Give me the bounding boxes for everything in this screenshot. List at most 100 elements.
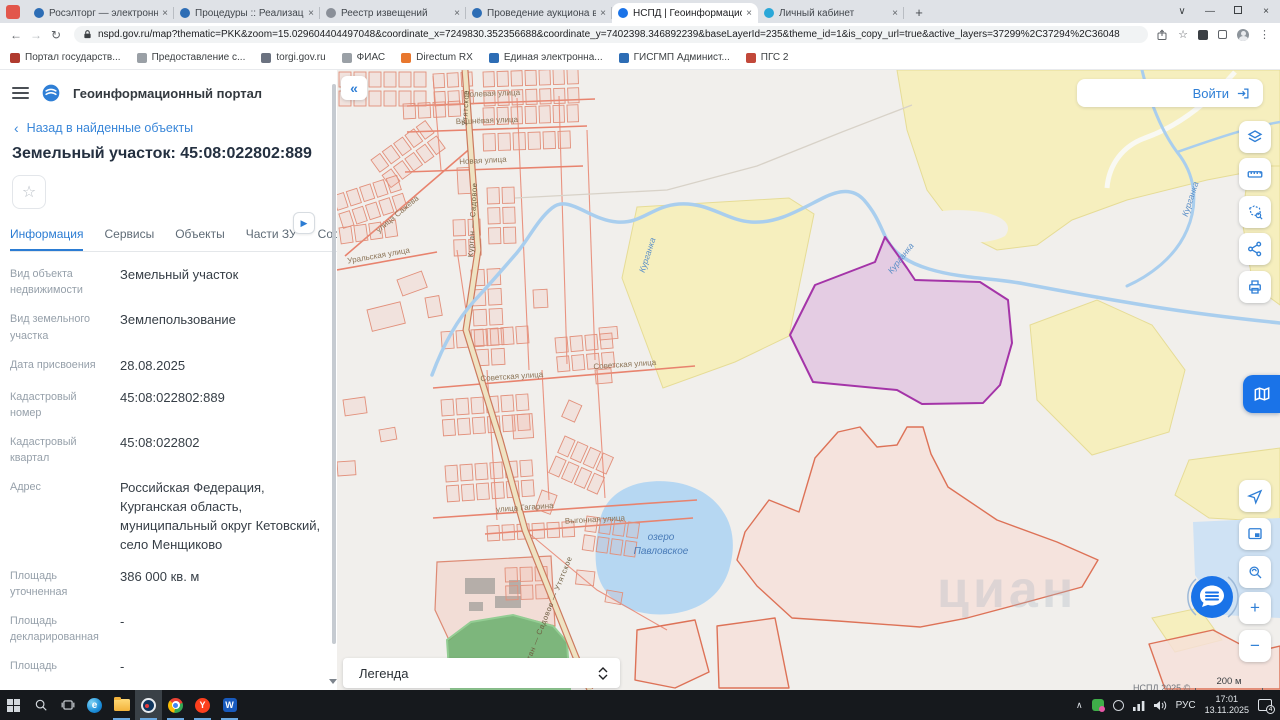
parcel[interactable] xyxy=(542,131,557,150)
tabs-overflow-button[interactable]: ▶ xyxy=(293,212,315,234)
bookmark-item-4[interactable]: Directum RX xyxy=(401,52,473,63)
parcel[interactable] xyxy=(487,207,501,225)
parcel[interactable] xyxy=(515,325,530,345)
parcel[interactable] xyxy=(538,105,552,124)
parcel[interactable] xyxy=(445,484,460,503)
parcel[interactable] xyxy=(569,335,584,353)
extension-icon[interactable] xyxy=(1198,29,1208,40)
parcel[interactable] xyxy=(364,201,382,221)
parcel[interactable] xyxy=(487,287,503,306)
legend-toggle[interactable] xyxy=(598,666,608,680)
parcel[interactable] xyxy=(366,301,406,332)
parcel[interactable] xyxy=(556,355,571,373)
parcel[interactable] xyxy=(337,192,349,211)
browser-tab-5[interactable]: Личный кабинет × xyxy=(758,3,904,23)
panel-tab-1[interactable]: Сервисы xyxy=(104,221,154,251)
maximize-button[interactable] xyxy=(1224,0,1252,23)
parcel[interactable] xyxy=(487,227,502,245)
tab-close-icon[interactable]: × xyxy=(746,8,752,19)
side-panel-icon[interactable] xyxy=(1218,30,1227,39)
bookmark-star-icon[interactable]: ☆ xyxy=(1178,28,1188,41)
menu-burger-icon[interactable] xyxy=(12,87,29,99)
bookmark-item-0[interactable]: Портал государств... xyxy=(10,52,121,63)
bookmark-item-2[interactable]: torgi.gov.ru xyxy=(261,52,326,63)
parcel[interactable] xyxy=(546,521,561,539)
profile-icon[interactable] xyxy=(1237,28,1249,41)
parcel[interactable] xyxy=(455,397,470,416)
parcel[interactable] xyxy=(552,70,565,86)
parcel[interactable] xyxy=(584,333,599,351)
parcel[interactable] xyxy=(460,483,475,502)
parcel[interactable] xyxy=(527,131,542,150)
parcel[interactable] xyxy=(496,70,509,87)
browser-tab-2[interactable]: Реестр извещений × xyxy=(320,3,466,23)
bookmark-item-1[interactable]: Предоставление с... xyxy=(136,52,245,63)
parcel[interactable] xyxy=(485,327,500,347)
panel-tab-3[interactable]: Части ЗУ xyxy=(246,221,297,251)
parcel[interactable] xyxy=(502,226,517,244)
parcel[interactable] xyxy=(486,524,501,542)
parcel[interactable] xyxy=(595,536,610,554)
close-button[interactable]: × xyxy=(1252,0,1280,23)
zoom-out-button[interactable]: − xyxy=(1239,630,1271,662)
parcel[interactable] xyxy=(345,187,362,207)
parcel[interactable] xyxy=(519,459,534,478)
parcel[interactable] xyxy=(417,102,432,119)
parcel[interactable] xyxy=(359,183,376,203)
parcel[interactable] xyxy=(383,71,397,88)
tab-close-icon[interactable]: × xyxy=(162,8,168,19)
parcel[interactable] xyxy=(532,288,549,309)
parcel[interactable] xyxy=(402,102,417,120)
taskbar-yandex[interactable]: Y xyxy=(189,690,216,720)
tab-close-icon[interactable]: × xyxy=(308,8,314,19)
tray-expand-icon[interactable]: ∧ xyxy=(1076,700,1083,711)
print-button[interactable] xyxy=(1239,271,1271,303)
antivirus-tray-icon[interactable] xyxy=(1091,699,1105,712)
parcel[interactable] xyxy=(524,105,538,124)
login-button[interactable]: Войти xyxy=(1077,79,1263,107)
parcel[interactable] xyxy=(512,132,527,151)
language-indicator[interactable]: РУС xyxy=(1176,700,1196,711)
parcel[interactable] xyxy=(424,295,443,319)
reload-icon[interactable]: ↻ xyxy=(46,28,66,42)
tab-close-icon[interactable]: × xyxy=(600,8,606,19)
parcel[interactable] xyxy=(557,130,572,149)
address-bar[interactable]: nspd.gov.ru/map?thematic=PKK&zoom=15.029… xyxy=(74,26,1149,43)
parcel[interactable] xyxy=(525,88,538,105)
parcel[interactable] xyxy=(571,354,586,372)
parcel[interactable] xyxy=(553,87,566,105)
parcel[interactable] xyxy=(432,101,447,118)
volume-icon[interactable] xyxy=(1153,700,1167,711)
parcel[interactable] xyxy=(432,72,446,89)
bookmark-item-6[interactable]: ГИСГМП Админист... xyxy=(618,52,730,63)
taskbar-search-button[interactable] xyxy=(27,690,54,720)
parcel[interactable] xyxy=(490,347,506,366)
parcel[interactable] xyxy=(567,87,580,104)
parcel[interactable] xyxy=(459,463,474,482)
parcel[interactable] xyxy=(566,70,579,85)
parcel[interactable] xyxy=(488,307,504,326)
network-icon[interactable] xyxy=(1132,700,1145,711)
overview-map-button[interactable] xyxy=(1239,518,1271,550)
forward-icon[interactable]: → xyxy=(26,28,46,42)
parcel[interactable] xyxy=(519,566,533,582)
parcel[interactable] xyxy=(500,394,515,413)
share-button[interactable] xyxy=(1239,233,1271,265)
parcel[interactable] xyxy=(471,416,486,435)
favorite-star-button[interactable]: ☆ xyxy=(12,175,46,209)
tab-close-icon[interactable]: × xyxy=(454,8,460,19)
parcel[interactable] xyxy=(447,100,462,118)
parcel[interactable] xyxy=(378,426,398,443)
parcel[interactable] xyxy=(398,71,412,88)
share-icon[interactable] xyxy=(1156,29,1168,41)
panel-tab-2[interactable]: Объекты xyxy=(175,221,225,251)
parcel[interactable] xyxy=(501,186,516,204)
parcel[interactable] xyxy=(511,413,535,440)
parcel[interactable] xyxy=(444,464,459,483)
tab-menu-chevron-icon[interactable]: ∨ xyxy=(1168,0,1196,23)
parcel[interactable] xyxy=(531,522,546,540)
search-area-button[interactable] xyxy=(1239,556,1271,588)
parcel[interactable] xyxy=(575,569,596,587)
panel-collapse-button[interactable]: « xyxy=(341,76,367,100)
parcel[interactable] xyxy=(554,336,569,354)
